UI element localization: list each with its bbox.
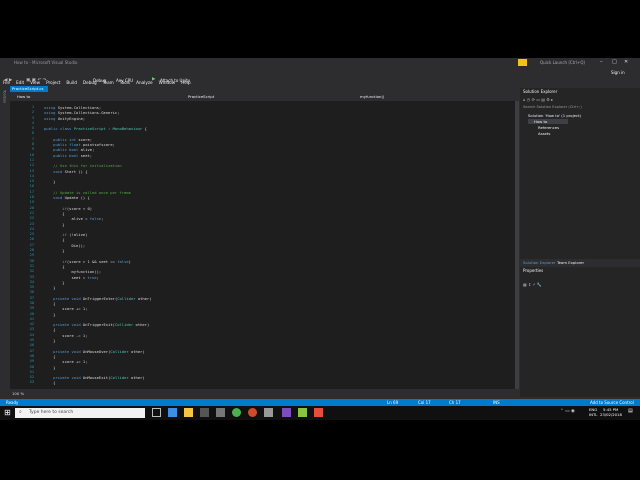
maximize-button[interactable]: □ [612,60,617,65]
code-line[interactable]: public class PracticeScript : MonoBehavi… [44,126,152,131]
tab-team-explorer[interactable]: Team Explorer [557,261,584,265]
navigation-bar: How to PracticeScript myfunction() [10,94,513,100]
tab-solution-explorer[interactable]: Solution Explorer [523,261,555,265]
se-search-input[interactable]: Search Solution Explorer (Ctrl+;) [523,105,582,110]
tab-label: PracticeScript.cs [12,86,44,91]
line-number: 53 [29,380,34,385]
menu-bar: File Edit View Project Build Debug Team Tools An… [0,68,523,85]
taskbar-search-input[interactable]: Type here to search [29,410,73,416]
add-source-control-button[interactable]: Add to Source Control [590,400,634,405]
save-icon[interactable]: ▣ ▣ ↶ ↷ [26,78,46,84]
code-line[interactable]: private void OnMouseOver(Collider other) [44,349,152,354]
close-button[interactable]: ✕ [624,60,628,65]
tab-practicescript[interactable]: PracticeScript.cs [10,86,48,92]
tree-assets[interactable]: Assets [538,132,550,136]
code-line[interactable]: private void OnMouseExit(Collider other) [44,375,152,380]
mail-icon[interactable] [216,408,225,417]
status-ch: Ch 17 [449,399,461,405]
config-select[interactable]: Debug [93,79,106,83]
media-icon[interactable] [248,408,257,417]
properties-toolbar-icons[interactable]: ▦ ↕ ⚡ 🔧 [523,283,542,287]
windows-start-icon[interactable]: ⊞ [4,409,11,417]
line-numbers: 1 2 3 4 5 6 7 8 9 10 11 12 13 14 15 16 17 18 19 20 21 22 23 24 2… [14,105,34,386]
code-line[interactable]: private void OnTriggerEnter(Collider oth… [44,296,151,301]
status-bar: Ready Ln 69 Col 17 Ch 17 INS Add to Sour… [0,399,640,406]
recorder-icon[interactable] [314,408,323,417]
minimize-button[interactable]: – [600,60,603,65]
back-icon[interactable]: ◀ ▶ [4,78,12,84]
project-dropdown[interactable]: How to [17,95,30,99]
properties-panel: Properties ▦ ↕ ⚡ 🔧 [520,267,640,397]
platform-select[interactable]: Any CPU [116,79,133,83]
attach-button[interactable]: Attach to Unity [160,79,190,83]
status-line: Ln 69 [387,399,399,405]
play-icon[interactable]: ▶ [152,77,155,83]
status-col: Col 17 [418,399,431,405]
clock-date: 23/02/2018 [600,412,622,417]
visual-studio-icon[interactable] [282,408,291,417]
file-explorer-icon[interactable] [184,408,193,417]
notification-flag-icon[interactable] [518,59,527,66]
code-text[interactable]: using System.Collections; using System.Co… [44,105,152,386]
code-line[interactable]: private void OnTriggerExit(Collider othe… [44,322,152,327]
left-tool-strip: Toolbox [0,86,9,398]
tree-solution[interactable]: Solution 'How to' (1 project) [528,114,581,118]
toolbox-tab[interactable]: Toolbox [2,90,7,103]
language-region: INTL [589,412,598,417]
tray-icons[interactable]: ⌃ ▭ ◉ [560,409,575,415]
solution-explorer-title: Solution Explorer [523,89,558,94]
title-bar: How to - Microsoft Visual Studio Quick L… [0,58,640,67]
taskbar-search[interactable]: ⌕ Type here to search [15,408,145,418]
se-toolbar-icons[interactable]: ⌂ ◷ ⟳ ▭ ▤ ⚙ ▸ [523,98,553,102]
class-dropdown[interactable]: PracticeScript [188,95,214,99]
vertical-scrollbar[interactable] [515,101,519,389]
quick-launch-input[interactable]: Quick Launch (Ctrl+Q) [540,61,585,65]
edge-icon[interactable] [168,408,177,417]
tree-references[interactable]: References [538,126,559,130]
chrome-icon[interactable] [232,408,241,417]
properties-title: Properties [523,268,544,273]
screen: How to - Microsoft Visual Studio Quick L… [0,58,640,420]
member-dropdown[interactable]: myfunction() [360,95,384,99]
status-ready: Ready [6,399,19,405]
notifications-icon[interactable]: ▤ [628,409,633,414]
store-icon[interactable] [200,408,209,417]
sign-in-link[interactable]: Sign in [611,71,625,75]
camtasia-icon[interactable] [298,408,307,417]
code-editor[interactable]: 1 2 3 4 5 6 7 8 9 10 11 12 13 14 15 16 17 18 19 20 21 22 23 24 2… [10,101,519,389]
status-ins: INS [493,399,500,405]
code-line[interactable]: { [44,380,152,385]
tree-project[interactable]: How to [534,120,547,124]
zoom-level[interactable]: 100 % [12,392,24,396]
unity-icon[interactable] [264,408,273,417]
search-icon: ⌕ [19,409,22,415]
solution-explorer-panel: Solution Explorer ⌂ ◷ ⟳ ▭ ▤ ⚙ ▸ Search S… [520,88,640,266]
task-view-icon[interactable] [152,408,161,417]
right-panel-tabs: Solution Explorer Team Explorer [520,259,640,266]
window-title: How to - Microsoft Visual Studio [14,60,78,65]
toolbar: ◀ ▶ ▣ ▣ ↶ ↷ Debug Any CPU ▶ Attach to Un… [0,77,640,85]
